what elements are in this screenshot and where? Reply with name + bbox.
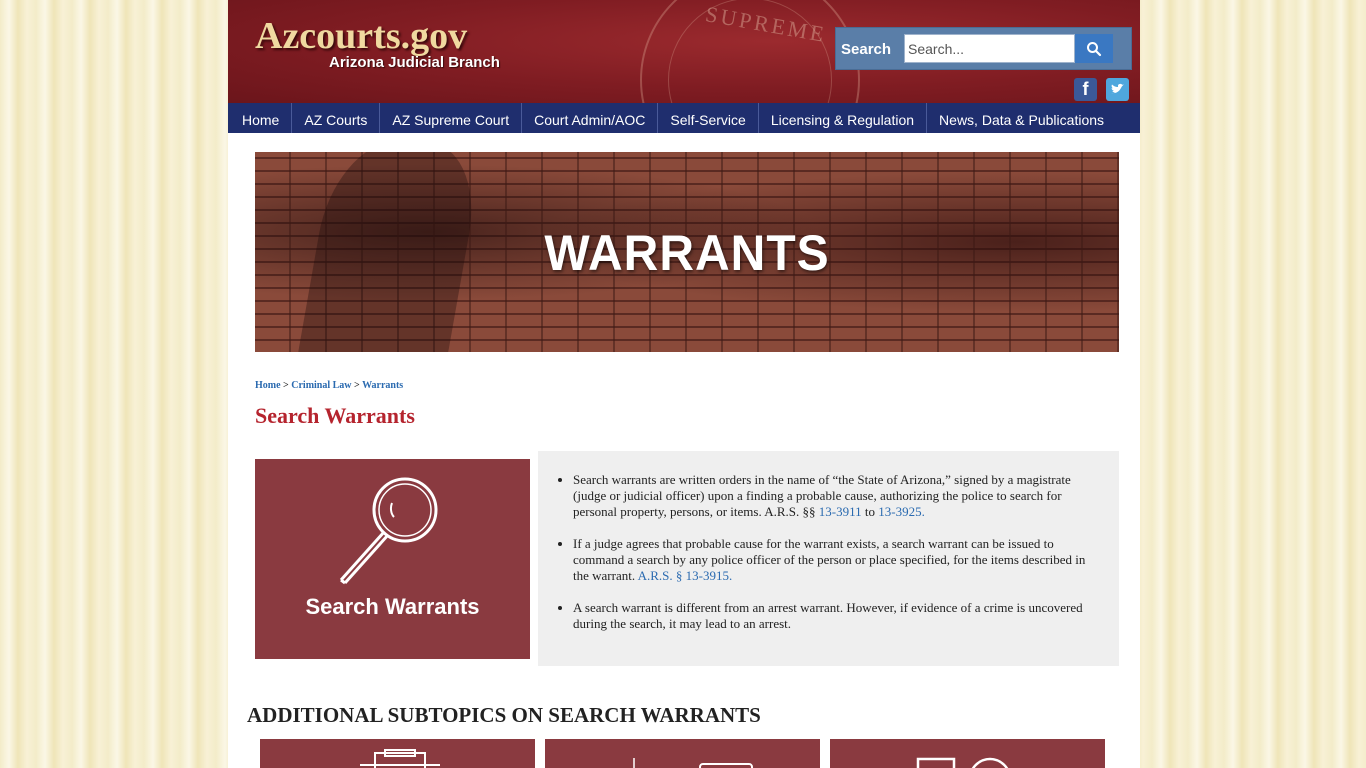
nav-item-home[interactable]: Home — [228, 103, 293, 133]
search-warrants-card[interactable]: Search Warrants — [255, 459, 530, 659]
document-stack-icon — [360, 749, 440, 768]
search-box: Search — [835, 27, 1132, 70]
card-title: Search Warrants — [305, 594, 480, 619]
nav-item-az-supreme-court[interactable]: AZ Supreme Court — [380, 103, 523, 133]
search-label: Search — [841, 41, 892, 58]
subtopic-tile-3[interactable] — [830, 739, 1105, 768]
breadcrumb-separator: > — [354, 380, 360, 391]
clock-document-icon — [916, 757, 1009, 768]
breadcrumb-warrants[interactable]: Warrants — [362, 380, 403, 391]
twitter-icon[interactable] — [1106, 78, 1129, 101]
breadcrumb: Home > Criminal Law > Warrants — [255, 380, 403, 391]
main-nav: Home AZ Courts AZ Supreme Court Court Ad… — [228, 103, 1140, 133]
ars-13-3911-link[interactable]: 13-3911 — [819, 504, 862, 519]
search-icon — [1087, 41, 1102, 56]
site-logo-title[interactable]: Azcourts.gov — [255, 14, 467, 58]
breadcrumb-separator: > — [283, 380, 289, 391]
page-container: SUPREME COURT Azcourts.gov Arizona Judic… — [228, 0, 1140, 768]
nav-item-news-data[interactable]: News, Data & Publications — [927, 103, 1116, 133]
subtopic-tile-1[interactable] — [260, 739, 535, 768]
banner-title: WARRANTS — [544, 225, 830, 282]
nav-item-licensing[interactable]: Licensing & Regulation — [759, 103, 928, 133]
site-logo-subtitle: Arizona Judicial Branch — [329, 54, 500, 71]
list-item: A search warrant is different from an ar… — [573, 600, 1093, 632]
search-input[interactable] — [904, 34, 1075, 63]
breadcrumb-home[interactable]: Home — [255, 380, 281, 391]
facebook-icon[interactable]: f — [1074, 78, 1097, 101]
nav-item-az-courts[interactable]: AZ Courts — [292, 103, 381, 133]
site-header: SUPREME COURT Azcourts.gov Arizona Judic… — [228, 0, 1140, 103]
search-button[interactable] — [1075, 34, 1113, 63]
hero-banner: WARRANTS — [255, 152, 1119, 352]
list-item: If a judge agrees that probable cause fo… — [573, 536, 1093, 584]
ars-13-3915-link[interactable]: A.R.S. § 13-3915 — [638, 568, 729, 583]
ars-13-3925-link[interactable]: 13-3925 — [878, 504, 921, 519]
nav-item-court-admin[interactable]: Court Admin/AOC — [522, 103, 659, 133]
scales-icon — [633, 758, 753, 768]
subtopic-tile-2[interactable] — [545, 739, 820, 768]
subtopics-title: ADDITIONAL SUBTOPICS ON SEARCH WARRANTS — [247, 703, 761, 727]
magnifying-glass-icon — [339, 477, 438, 585]
nav-item-self-service[interactable]: Self-Service — [658, 103, 759, 133]
page-title: Search Warrants — [255, 403, 415, 428]
content-panel: Search warrants are written orders in th… — [538, 451, 1119, 666]
breadcrumb-criminal-law[interactable]: Criminal Law — [291, 380, 351, 391]
bullet-list: Search warrants are written orders in th… — [573, 472, 1093, 648]
list-item: Search warrants are written orders in th… — [573, 472, 1093, 520]
